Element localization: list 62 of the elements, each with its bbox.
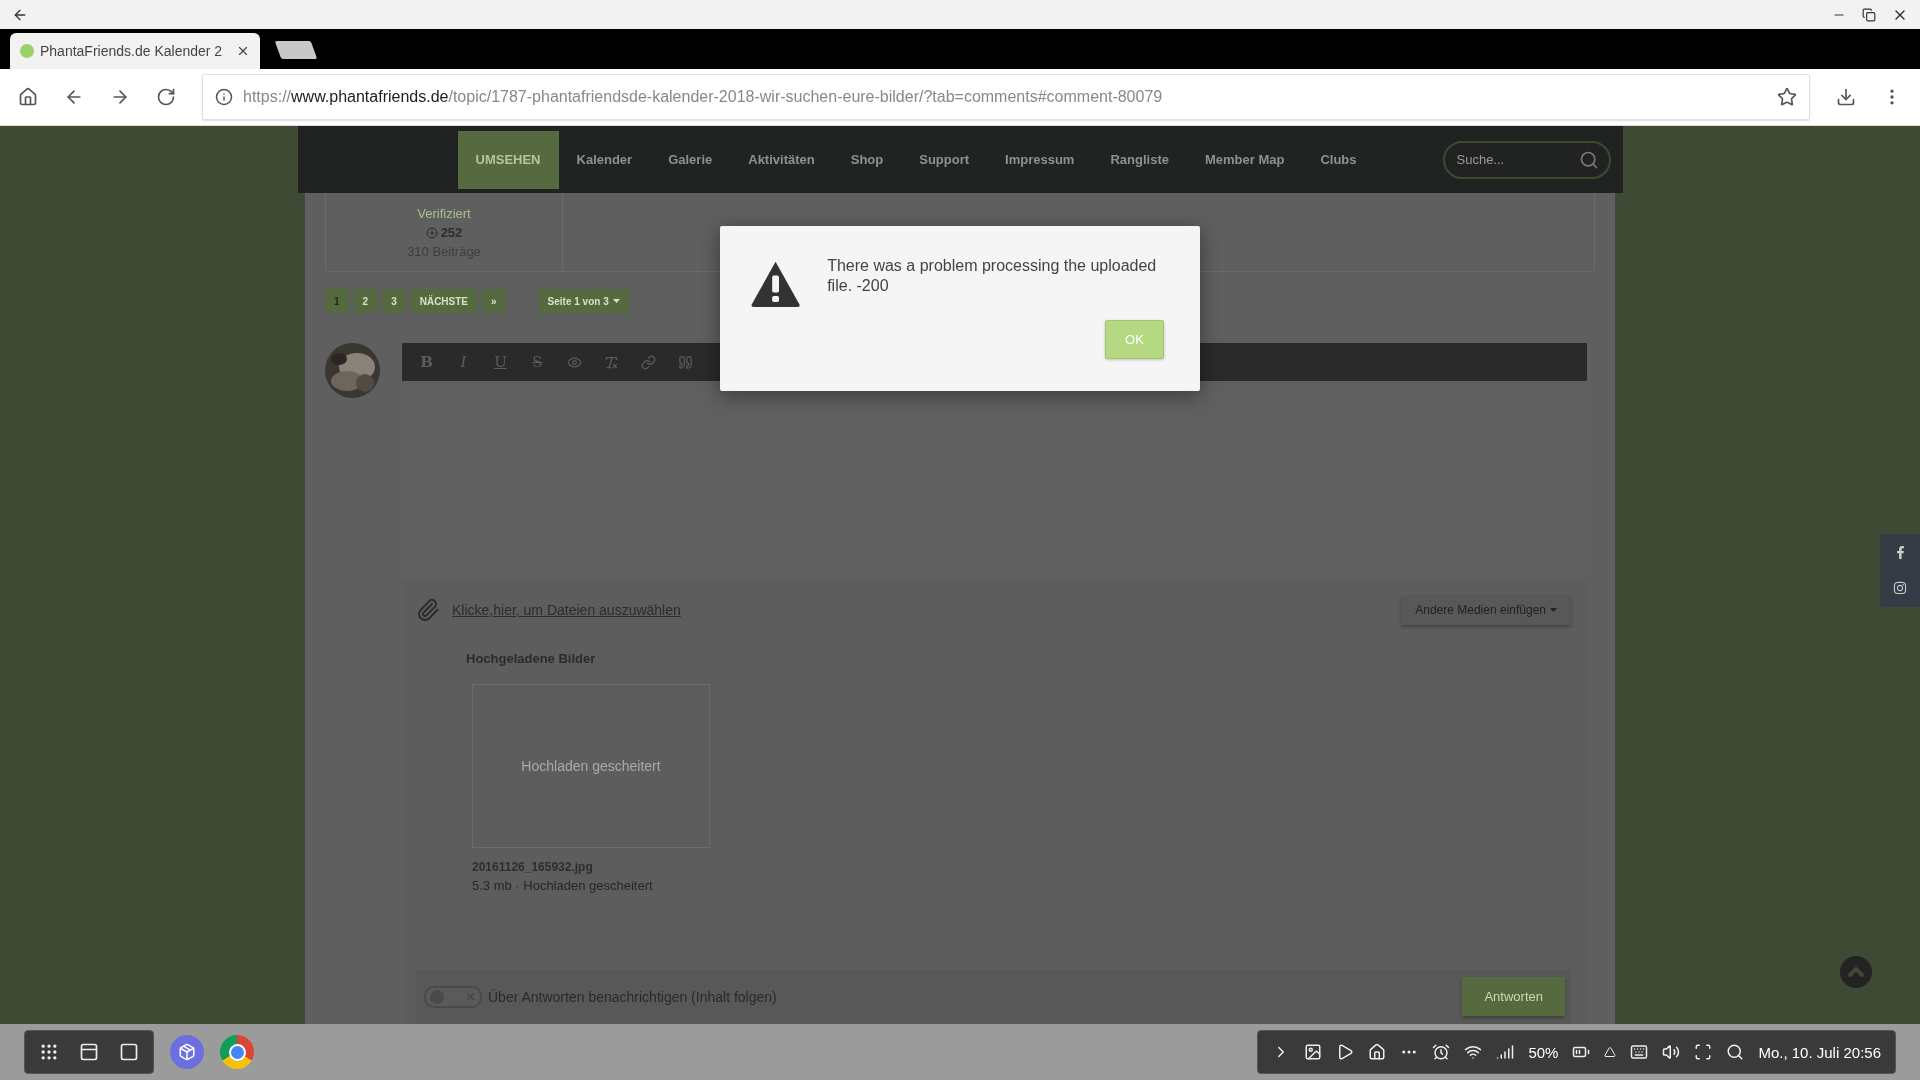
tab-title: PhantaFriends.de Kalender 2 — [40, 43, 224, 59]
link-icon — [641, 354, 656, 370]
alarm-icon — [1432, 1043, 1451, 1061]
restore-icon[interactable] — [1862, 7, 1876, 22]
page-button[interactable]: » — [482, 289, 506, 313]
error-message: There was a problem processing the uploaded file. -200 — [827, 256, 1158, 296]
home-icon[interactable] — [1368, 1043, 1387, 1061]
chrome-app-icon[interactable] — [220, 1035, 254, 1069]
expand-icon[interactable] — [1604, 1046, 1617, 1058]
page-button[interactable]: NÄCHSTE — [410, 289, 478, 313]
nav-item[interactable]: Shop — [832, 130, 902, 189]
nav-item[interactable]: Clubs — [1302, 130, 1375, 189]
info-icon — [215, 88, 233, 106]
image-icon[interactable] — [1304, 1043, 1323, 1061]
caret-icon — [1550, 608, 1557, 612]
keyboard-icon[interactable] — [1630, 1043, 1649, 1061]
nav-item[interactable]: Kalender — [558, 130, 651, 189]
home-icon[interactable] — [18, 87, 38, 107]
caret-icon — [612, 299, 620, 303]
browser-tab[interactable]: PhantaFriends.de Kalender 2 — [10, 33, 260, 69]
reload-icon[interactable] — [156, 87, 176, 107]
volume-icon[interactable] — [1662, 1043, 1681, 1061]
page-button[interactable]: 2 — [353, 289, 378, 313]
paperclip-icon — [416, 598, 440, 622]
browser-app-icon[interactable] — [170, 1035, 204, 1069]
quote-icon — [678, 354, 693, 370]
close-icon[interactable] — [236, 44, 250, 58]
reply-button[interactable]: Antworten — [1462, 977, 1565, 1016]
search-icon[interactable] — [1726, 1043, 1745, 1061]
download-icon[interactable] — [1836, 87, 1856, 107]
overview-icon[interactable] — [79, 1042, 99, 1062]
search-icon — [1578, 149, 1599, 170]
plus-icon — [425, 226, 438, 239]
page-select-label: Seite 1 von 3 — [547, 295, 609, 307]
screenshot-icon[interactable] — [1694, 1043, 1713, 1061]
page-select[interactable]: Seite 1 von 3 — [538, 289, 629, 313]
play-icon[interactable] — [1336, 1043, 1355, 1061]
star-icon[interactable] — [1777, 87, 1797, 107]
nav-item[interactable]: UMSEHEN — [457, 130, 559, 189]
upload-failed-text: Hochladen gescheitert — [521, 758, 661, 774]
nav-item[interactable]: Support — [901, 130, 988, 189]
launcher-icon[interactable] — [39, 1042, 59, 1062]
page-button[interactable]: 1 — [325, 289, 349, 313]
clear-icon — [604, 354, 619, 370]
address-bar[interactable]: https://www.phantafriends.de/topic/1787-phantafriendsde-kalender-2018-wir-suchen-eure-bilder/?tab=comments#comment-80079 — [202, 74, 1810, 120]
search-field[interactable]: Suche... — [1442, 140, 1611, 179]
window-icon[interactable] — [119, 1042, 139, 1062]
verified-label: Verifiziert — [417, 206, 471, 221]
preview-icon — [567, 354, 582, 370]
nav-item[interactable]: Impressum — [987, 130, 1093, 189]
nav-item[interactable]: Member Map — [1186, 130, 1303, 189]
battery-percent: 50% — [1528, 1043, 1559, 1061]
new-tab-button[interactable] — [274, 41, 318, 59]
signal-icon — [1496, 1043, 1515, 1061]
nav-item[interactable]: Rangliste — [1092, 130, 1187, 189]
page-button[interactable]: 3 — [382, 289, 406, 313]
nav-item[interactable]: Galerie — [650, 130, 731, 189]
favicon-icon — [20, 44, 34, 58]
nav-item[interactable]: Aktivitäten — [730, 130, 833, 189]
instagram-icon[interactable] — [1893, 581, 1907, 595]
wifi-icon — [1464, 1043, 1483, 1061]
clock: Mo., 10. Juli 20:56 — [1758, 1043, 1881, 1061]
